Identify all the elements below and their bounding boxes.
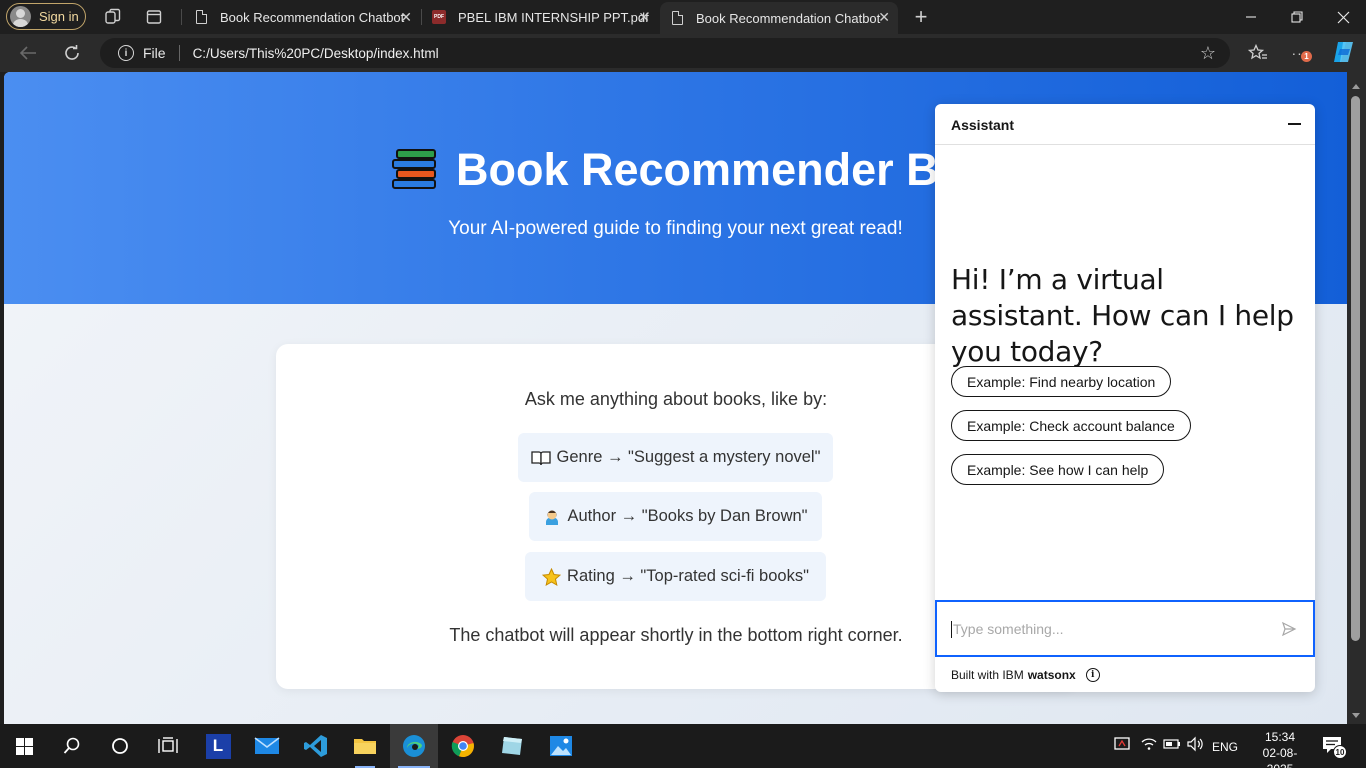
- meet-now-icon[interactable]: [1114, 736, 1132, 755]
- text-caret: [951, 621, 952, 638]
- notes-app-icon[interactable]: [488, 724, 536, 768]
- close-icon[interactable]: ✕: [878, 9, 890, 26]
- notification-center-icon[interactable]: 10: [1322, 736, 1347, 759]
- assistant-greeting: Hi! I’m a virtual assistant. How can I h…: [951, 263, 1294, 368]
- person-icon: [543, 508, 561, 526]
- address-separator: [178, 45, 180, 61]
- file-explorer-icon[interactable]: [341, 724, 389, 768]
- tab-book-recommendation-1[interactable]: Book Recommendation Chatbot ✕: [184, 2, 420, 32]
- close-icon[interactable]: ✕: [400, 9, 412, 26]
- tab-title: Book Recommendation Chatbot: [220, 9, 405, 25]
- tab-title: Book Recommendation Chatbot: [696, 10, 881, 26]
- copilot-icon[interactable]: [1331, 40, 1357, 64]
- example-text: Rating → "Top-rated sci-fi books": [567, 567, 809, 585]
- info-icon[interactable]: i: [1085, 668, 1100, 682]
- language-indicator[interactable]: ENG: [1212, 740, 1238, 754]
- example-genre: Genre → "Suggest a mystery novel": [518, 433, 833, 482]
- refresh-icon[interactable]: [60, 42, 84, 64]
- minimize-window-button[interactable]: [1228, 4, 1274, 30]
- footer-brand: watsonx: [1027, 668, 1076, 682]
- scroll-thumb[interactable]: [1351, 96, 1360, 641]
- tab-pdf-document[interactable]: PDF PBEL IBM INTERNSHIP PPT.pdf ✕: [422, 2, 658, 32]
- tab-separator: [181, 9, 182, 25]
- assistant-footer: Built with IBM watsonx i: [951, 668, 1100, 682]
- page-icon: [194, 9, 208, 25]
- example-text: Author → "Books by Dan Brown": [567, 507, 808, 525]
- file-scheme-label: File: [143, 45, 166, 61]
- star-icon: [542, 567, 562, 586]
- wifi-icon[interactable]: [1141, 736, 1157, 755]
- clock-time: 15:34: [1264, 730, 1296, 744]
- close-window-button[interactable]: [1320, 4, 1366, 30]
- example-author: Author → "Books by Dan Brown": [529, 492, 822, 541]
- workspaces-icon[interactable]: [103, 7, 123, 27]
- notification-badge: 1: [1301, 51, 1312, 62]
- page-title: Book Recommender Bot: [390, 144, 981, 196]
- extensions-menu-icon[interactable]: ··· 1: [1288, 42, 1312, 64]
- battery-icon[interactable]: [1163, 736, 1181, 755]
- site-info-icon[interactable]: i: [118, 45, 134, 61]
- message-input[interactable]: Type something...: [935, 600, 1315, 657]
- tab-book-recommendation-active[interactable]: Book Recommendation Chatbot ✕: [660, 2, 898, 34]
- tab-title: PBEL IBM INTERNSHIP PPT.pdf: [458, 9, 649, 25]
- profile-avatar-icon: [10, 6, 31, 27]
- scroll-up-icon[interactable]: [1352, 84, 1360, 89]
- page-title-text: Book Recommender Bot: [456, 144, 982, 195]
- vscode-icon[interactable]: [292, 724, 340, 768]
- suggestion-how-i-can-help-button[interactable]: Example: See how I can help: [951, 454, 1165, 485]
- browser-toolbar: i File C:/Users/This%20PC/Desktop/index.…: [0, 34, 1366, 72]
- sign-in-label: Sign in: [39, 9, 79, 24]
- example-rating: Rating → "Top-rated sci-fi books": [525, 552, 826, 601]
- clock-date: 02-08-2025: [1262, 746, 1298, 768]
- cortana-icon[interactable]: [96, 724, 144, 768]
- open-book-icon: [530, 450, 551, 466]
- task-view-icon[interactable]: [144, 724, 192, 768]
- favorites-icon[interactable]: [1246, 42, 1270, 64]
- assistant-panel: Assistant Hi! I’m a virtual assistant. H…: [935, 104, 1315, 692]
- minimize-icon[interactable]: [1288, 123, 1301, 125]
- favorite-star-icon[interactable]: ☆: [1200, 43, 1216, 64]
- input-placeholder: Type something...: [953, 621, 1064, 637]
- example-text: Genre → "Suggest a mystery novel": [556, 448, 821, 466]
- assistant-header: Assistant: [935, 104, 1315, 145]
- search-icon[interactable]: [48, 724, 96, 768]
- system-clock[interactable]: 15:34 02-08-2025: [1250, 729, 1310, 768]
- photos-icon[interactable]: [537, 724, 585, 768]
- sign-in-button[interactable]: Sign in: [6, 3, 86, 30]
- edge-browser-icon[interactable]: [390, 724, 438, 768]
- books-icon: [390, 147, 438, 193]
- mail-icon[interactable]: [243, 724, 291, 768]
- app-l-icon[interactable]: L: [194, 724, 242, 768]
- send-icon[interactable]: [1281, 621, 1297, 637]
- browser-tab-strip: Sign in Book Recommendation Chatbot ✕ PD…: [0, 0, 1366, 34]
- volume-icon[interactable]: [1186, 736, 1204, 755]
- footer-prefix: Built with IBM: [951, 668, 1024, 682]
- scroll-down-icon[interactable]: [1352, 713, 1360, 718]
- tab-actions-icon[interactable]: [144, 7, 164, 27]
- pdf-icon: PDF: [432, 9, 446, 25]
- back-arrow-icon[interactable]: [16, 42, 40, 64]
- chrome-icon[interactable]: [439, 724, 487, 768]
- new-tab-icon[interactable]: +: [911, 4, 931, 29]
- close-icon[interactable]: ✕: [638, 9, 650, 26]
- assistant-title: Assistant: [951, 117, 1015, 133]
- restore-window-button[interactable]: [1274, 4, 1320, 30]
- start-windows-icon[interactable]: [0, 724, 48, 768]
- address-bar[interactable]: i File C:/Users/This%20PC/Desktop/index.…: [100, 38, 1230, 68]
- notification-count-badge: 10: [1333, 745, 1347, 759]
- page-icon: [670, 10, 684, 26]
- suggestion-account-balance-button[interactable]: Example: Check account balance: [951, 410, 1191, 441]
- suggestion-find-location-button[interactable]: Example: Find nearby location: [951, 366, 1172, 397]
- page-scrollbar[interactable]: [1347, 72, 1366, 724]
- windows-taskbar: L ENG 15:34 02-08-2025 10: [0, 724, 1366, 768]
- url-text[interactable]: C:/Users/This%20PC/Desktop/index.html: [193, 46, 439, 61]
